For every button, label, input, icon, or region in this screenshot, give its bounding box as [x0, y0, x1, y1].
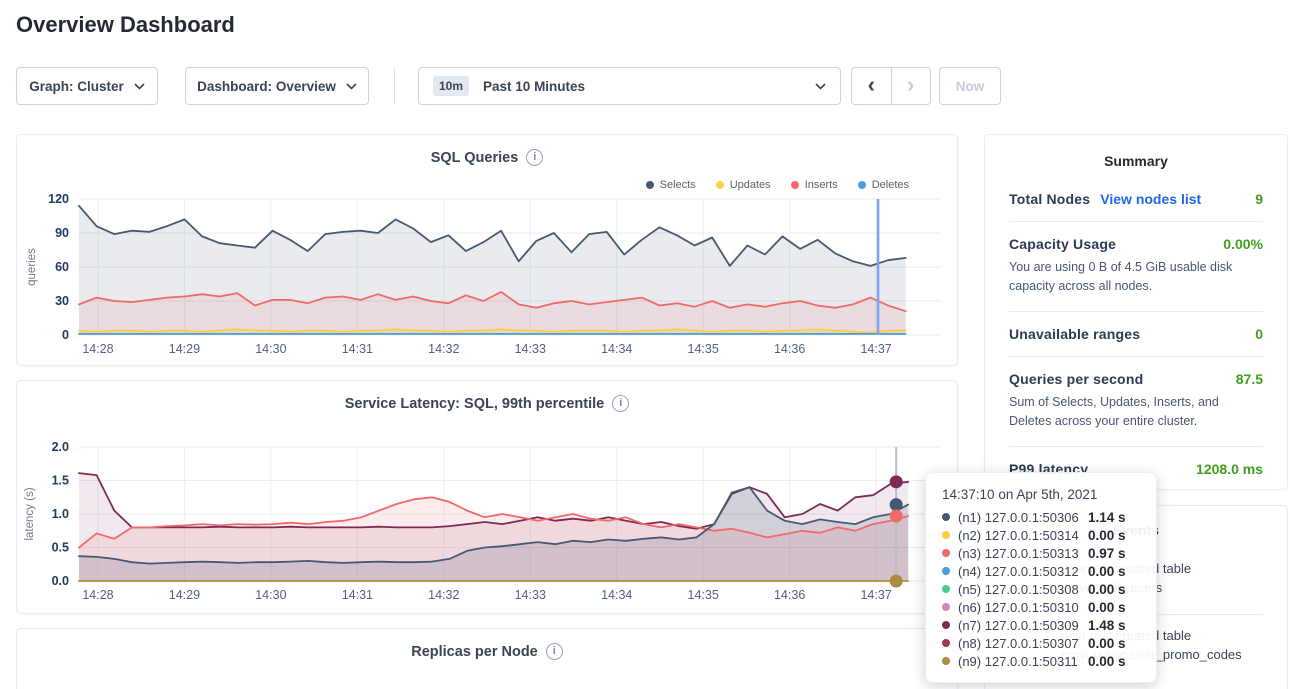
previous-time-button[interactable]: ‹	[852, 68, 892, 104]
series-dot-icon	[942, 567, 950, 575]
summary-row-total-nodes: Total Nodes View nodes list 9	[1009, 177, 1263, 221]
summary-row-capacity-usage: Capacity Usage 0.00% You are using 0 B o…	[1009, 221, 1263, 311]
chart-hover-tooltip: 14:37:10 on Apr 5th, 2021 (n1) 127.0.0.1…	[925, 472, 1157, 683]
summary-row-queries-per-second: Queries per second 87.5 Sum of Selects, …	[1009, 356, 1263, 446]
svg-text:14:36: 14:36	[774, 342, 805, 356]
svg-text:14:35: 14:35	[688, 342, 719, 356]
svg-text:14:32: 14:32	[428, 588, 459, 602]
tooltip-timestamp: 14:37:10 on Apr 5th, 2021	[942, 487, 1140, 502]
time-step-buttons: ‹ ›	[851, 67, 931, 105]
summary-value: 87.5	[1236, 371, 1263, 387]
svg-text:14:37: 14:37	[860, 588, 891, 602]
view-nodes-list-link[interactable]: View nodes list	[1100, 191, 1201, 207]
chevron-down-icon	[346, 83, 357, 90]
summary-value: 1208.0 ms	[1196, 461, 1263, 477]
tooltip-row: (n8) 127.0.0.1:503070.00 s	[942, 634, 1140, 652]
summary-row-unavailable-ranges: Unavailable ranges 0	[1009, 311, 1263, 356]
svg-text:0: 0	[62, 328, 69, 342]
tooltip-row: (n7) 127.0.0.1:503091.48 s	[942, 616, 1140, 634]
svg-text:120: 120	[48, 192, 69, 206]
summary-value: 9	[1255, 191, 1263, 207]
svg-text:1.0: 1.0	[52, 507, 69, 521]
series-dot-icon	[942, 657, 950, 665]
time-range-dropdown[interactable]: 10m Past 10 Minutes	[418, 67, 841, 105]
svg-text:14:31: 14:31	[342, 588, 373, 602]
svg-text:14:33: 14:33	[515, 342, 546, 356]
series-dot-icon	[942, 549, 950, 557]
dashboard-dropdown-label: Dashboard: Overview	[197, 79, 336, 94]
series-dot-icon	[942, 531, 950, 539]
next-time-button[interactable]: ›	[892, 68, 931, 104]
graph-dropdown[interactable]: Graph: Cluster	[16, 67, 158, 105]
graph-dropdown-label: Graph: Cluster	[29, 79, 124, 94]
svg-text:14:30: 14:30	[255, 588, 286, 602]
summary-label: Queries per second	[1009, 371, 1143, 387]
svg-text:14:35: 14:35	[688, 588, 719, 602]
svg-text:2.0: 2.0	[52, 440, 69, 454]
tooltip-row: (n9) 127.0.0.1:503110.00 s	[942, 652, 1140, 670]
page-title: Overview Dashboard	[16, 12, 235, 38]
svg-text:latency (s): latency (s)	[24, 487, 36, 540]
info-icon[interactable]: i	[546, 643, 563, 660]
service-latency-chart[interactable]: 0.0 0.5 1.0 1.5 2.0 14:28 14:29 14:30 14:31 14:32…	[17, 381, 959, 615]
svg-text:1.5: 1.5	[52, 474, 69, 488]
svg-text:14:33: 14:33	[515, 588, 546, 602]
summary-title: Summary	[1009, 153, 1263, 177]
tooltip-row: (n6) 127.0.0.1:503100.00 s	[942, 598, 1140, 616]
svg-text:14:29: 14:29	[169, 588, 200, 602]
summary-value: 0.00%	[1223, 236, 1263, 252]
chevron-down-icon	[815, 83, 826, 90]
summary-subtext: You are using 0 B of 4.5 GiB usable disk…	[1009, 258, 1263, 297]
series-dot-icon	[942, 585, 950, 593]
sql-queries-card: SQL Queries i Selects Updates Inserts De…	[16, 134, 958, 366]
svg-text:14:34: 14:34	[601, 342, 632, 356]
chevron-down-icon	[134, 83, 145, 90]
svg-text:60: 60	[55, 260, 69, 274]
summary-label: Total Nodes	[1009, 191, 1090, 207]
sql-queries-chart[interactable]: 0 30 60 90 120 14:28 14:29 14:30 14:31 14:32 14:33…	[17, 135, 959, 367]
svg-text:14:32: 14:32	[428, 342, 459, 356]
now-button[interactable]: Now	[939, 67, 1001, 105]
svg-text:14:34: 14:34	[601, 588, 632, 602]
summary-value: 0	[1255, 326, 1263, 342]
series-dot-icon	[942, 639, 950, 647]
svg-text:30: 30	[55, 294, 69, 308]
tooltip-row: (n2) 127.0.0.1:503140.00 s	[942, 526, 1140, 544]
svg-text:14:30: 14:30	[255, 342, 286, 356]
svg-text:queries: queries	[26, 248, 38, 286]
overview-dashboard-page: Overview Dashboard Graph: Cluster Dashbo…	[0, 0, 1290, 689]
time-range-label: Past 10 Minutes	[483, 79, 585, 94]
tooltip-row: (n5) 127.0.0.1:503080.00 s	[942, 580, 1140, 598]
time-range-badge: 10m	[433, 76, 469, 96]
svg-text:14:29: 14:29	[169, 342, 200, 356]
summary-label: Unavailable ranges	[1009, 326, 1140, 342]
series-dot-icon	[942, 603, 950, 611]
replicas-per-node-card: Replicas per Node i	[16, 628, 958, 689]
svg-text:0.5: 0.5	[52, 541, 69, 555]
tooltip-row: (n4) 127.0.0.1:503120.00 s	[942, 562, 1140, 580]
replicas-per-node-title: Replicas per Node i	[17, 629, 957, 660]
tooltip-row: (n3) 127.0.0.1:503130.97 s	[942, 544, 1140, 562]
svg-text:14:31: 14:31	[342, 342, 373, 356]
service-latency-card: Service Latency: SQL, 99th percentile i …	[16, 380, 958, 614]
svg-text:90: 90	[55, 226, 69, 240]
svg-text:14:36: 14:36	[774, 588, 805, 602]
tooltip-row: (n1) 127.0.0.1:503061.14 s	[942, 508, 1140, 526]
summary-panel: Summary Total Nodes View nodes list 9 Ca…	[984, 134, 1288, 490]
svg-text:14:28: 14:28	[82, 588, 113, 602]
dashboard-dropdown[interactable]: Dashboard: Overview	[185, 67, 369, 105]
series-dot-icon	[942, 513, 950, 521]
svg-text:14:28: 14:28	[82, 342, 113, 356]
svg-text:14:37: 14:37	[860, 342, 891, 356]
series-dot-icon	[942, 621, 950, 629]
summary-label: Capacity Usage	[1009, 236, 1116, 252]
toolbar-divider	[394, 67, 395, 105]
summary-subtext: Sum of Selects, Updates, Inserts, and De…	[1009, 393, 1263, 432]
svg-text:0.0: 0.0	[52, 574, 69, 588]
